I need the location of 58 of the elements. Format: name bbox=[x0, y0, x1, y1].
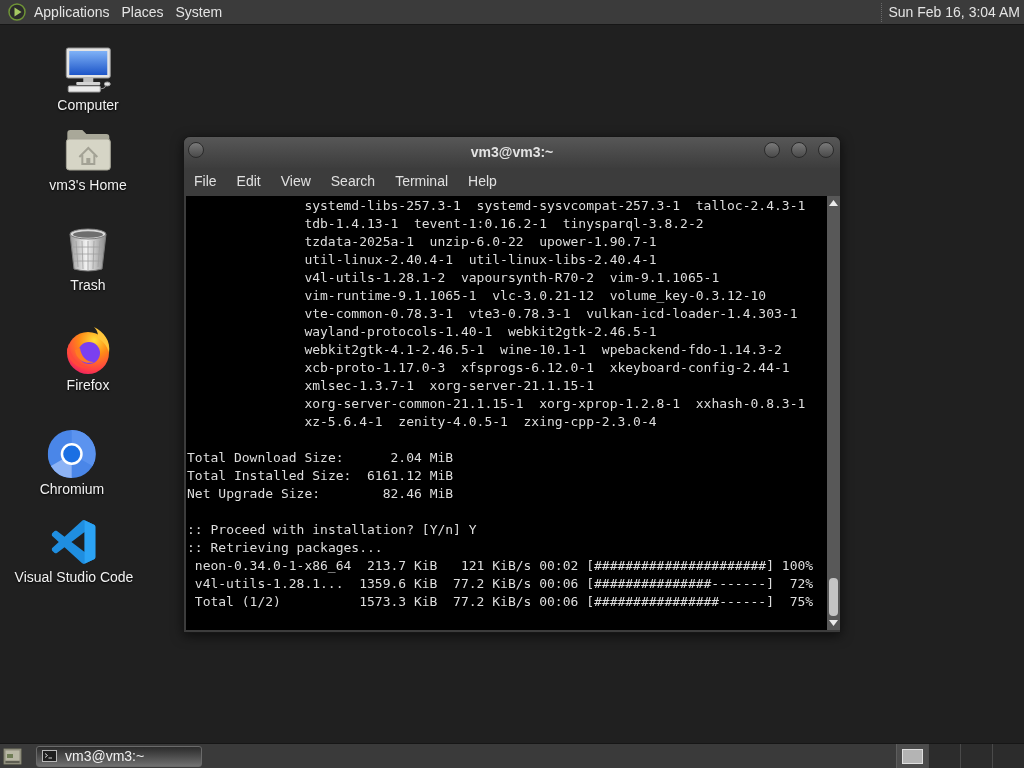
maximize-button[interactable] bbox=[791, 142, 807, 158]
desktop-launcher[interactable]: Computer bbox=[55, 46, 121, 114]
terminal-line: webkit2gtk-4.1-2.46.5-1 wine-10.1-1 wpebackend-fdo-1.14.3-2 bbox=[304, 341, 782, 359]
clock[interactable]: Sun Feb 16, 3:04 AM bbox=[888, 1, 1020, 23]
terminal-line: vte-common-0.78.3-1 vte3-0.78.3-1 vulkan-icd-loader-1.4.303-1 bbox=[304, 305, 798, 323]
menu-item[interactable]: Help bbox=[458, 170, 507, 192]
desktop-launcher[interactable]: Visual Studio Code bbox=[12, 518, 136, 586]
home-folder-icon bbox=[65, 129, 111, 171]
terminal-line: Net Upgrade Size: 82.46 MiB bbox=[187, 485, 454, 503]
terminal-line: xz-5.6.4-1 zenity-4.0.5-1 zxing-cpp-2.3.0-4 bbox=[304, 413, 657, 431]
scrollbar[interactable] bbox=[827, 196, 840, 630]
terminal-line: tdb-1.4.13-1 tevent-1:0.16.2-1 tinysparql-3.8.2-2 bbox=[304, 215, 704, 233]
terminal-line: v4l-utils-1.28.1... 1359.6 KiB 77.2 KiB/s 00:06 [###############-------] 72% bbox=[194, 575, 814, 593]
menu-item[interactable]: Terminal bbox=[385, 170, 459, 192]
menu-item[interactable]: Edit bbox=[226, 170, 271, 192]
workspace-button[interactable] bbox=[896, 744, 928, 768]
computer-icon bbox=[64, 47, 112, 93]
show-desktop-icon[interactable] bbox=[3, 747, 22, 765]
terminal-line: tzdata-2025a-1 unzip-6.0-22 upower-1.90.7-1 bbox=[304, 233, 657, 251]
terminal-line: xorg-server-common-21.1.15-1 xorg-xprop-1.2.8-1 xxhash-0.8.3-1 bbox=[304, 395, 806, 413]
terminal-line: Total (1/2) 1573.3 KiB 77.2 KiB/s 00:06 [################------] 75% bbox=[194, 593, 814, 611]
terminal-line: util-linux-2.40.4-1 util-linux-libs-2.40.4-1 bbox=[304, 251, 657, 269]
firefox-icon bbox=[64, 326, 112, 374]
terminal-line: xmlsec-1.3.7-1 xorg-server-21.1.15-1 bbox=[304, 377, 594, 395]
desktop-launcher[interactable]: Firefox bbox=[64, 326, 112, 394]
chromium-icon bbox=[48, 430, 96, 478]
terminal-line: systemd-libs-257.3-1 systemd-sysvcompat-257.3-1 talloc-2.4.3-1 bbox=[304, 197, 806, 215]
terminal-line: v4l-utils-1.28.1-2 vapoursynth-R70-2 vim-9.1.1065-1 bbox=[304, 269, 720, 287]
panel-menu[interactable]: Applications bbox=[28, 1, 116, 23]
trash-can-icon bbox=[68, 227, 108, 273]
menu-item[interactable]: View bbox=[270, 170, 321, 192]
scrollbar-thumb[interactable] bbox=[829, 578, 838, 616]
terminal-line: Total Installed Size: 6161.12 MiB bbox=[187, 467, 454, 485]
window-thumbnail-icon bbox=[902, 748, 923, 764]
terminal-icon bbox=[42, 750, 57, 762]
terminal-line: xcb-proto-1.17.0-3 xfsprogs-6.12.0-1 xkeyboard-config-2.44-1 bbox=[304, 359, 790, 377]
taskbar-button[interactable]: vm3@vm3:~ bbox=[36, 745, 202, 767]
menu-item[interactable]: File bbox=[184, 170, 227, 192]
minimize-button[interactable] bbox=[764, 142, 780, 158]
terminal-line: Total Download Size: 2.04 MiB bbox=[187, 449, 454, 467]
terminal-line: :: Retrieving packages... bbox=[187, 539, 383, 557]
play-logo-icon[interactable] bbox=[8, 3, 26, 21]
window-title: vm3@vm3:~ bbox=[470, 143, 554, 162]
terminal-line: neon-0.34.0-1-x86_64 213.7 KiB 121 KiB/s 00:02 [######################] 100% bbox=[194, 557, 814, 575]
desktop-launcher[interactable]: Chromium bbox=[37, 430, 107, 498]
desktop-launcher[interactable]: vm3's Home bbox=[47, 126, 129, 194]
scroll-down-arrow-icon[interactable] bbox=[829, 620, 838, 626]
panel-menu[interactable]: Places bbox=[115, 1, 170, 23]
close-button[interactable] bbox=[818, 142, 834, 158]
terminal-line: :: Proceed with installation? [Y/n] Y bbox=[187, 521, 477, 539]
panel-menu[interactable]: System bbox=[169, 1, 229, 23]
vscode-icon bbox=[52, 520, 96, 564]
window-menu-button[interactable] bbox=[188, 142, 204, 158]
desktop-launcher[interactable]: Trash bbox=[68, 226, 108, 294]
terminal-line: wayland-protocols-1.40-1 webkit2gtk-2.46.5-1 bbox=[304, 323, 657, 341]
scroll-up-arrow-icon[interactable] bbox=[829, 200, 838, 206]
menu-item[interactable]: Search bbox=[320, 170, 386, 192]
terminal-line: vim-runtime-9.1.1065-1 vlc-3.0.21-12 volume_key-0.3.12-10 bbox=[304, 287, 767, 305]
